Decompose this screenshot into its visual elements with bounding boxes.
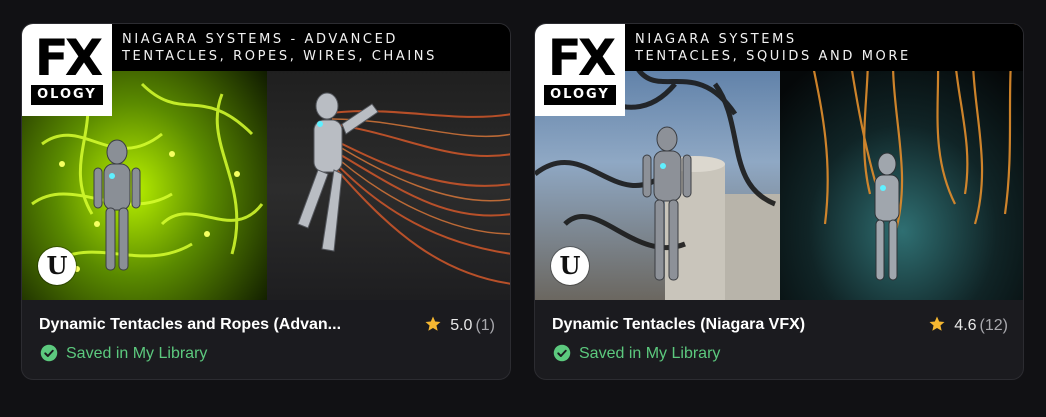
- banner-line-2: TENTACLES, SQUIDS AND MORE: [635, 49, 911, 64]
- unreal-engine-icon: U: [38, 247, 76, 285]
- banner-line-1: NIAGARA SYSTEMS: [635, 32, 797, 47]
- saved-status: Saved in My Library: [40, 344, 207, 363]
- star-icon: [929, 316, 945, 331]
- product-rating: 5.0 (1): [424, 315, 495, 335]
- card-info: Dynamic Tentacles and Ropes (Advan... 5.…: [22, 300, 510, 379]
- rating-count: (1): [475, 317, 495, 334]
- saved-label: Saved in My Library: [66, 345, 208, 362]
- unreal-engine-icon: U: [551, 247, 589, 285]
- logo-fx-text: FX: [547, 29, 617, 87]
- product-title[interactable]: Dynamic Tentacles and Ropes (Advan...: [39, 316, 341, 334]
- logo-ology-text: OLOGY: [31, 85, 103, 105]
- logo-ology-text: OLOGY: [544, 85, 616, 105]
- card-info: Dynamic Tentacles (Niagara VFX) 4.6 (12) …: [535, 300, 1023, 379]
- check-circle-icon: [40, 344, 58, 362]
- banner-line-1: NIAGARA SYSTEMS - ADVANCED: [122, 32, 398, 47]
- fxology-logo: FX OLOGY: [535, 24, 625, 116]
- saved-label: Saved in My Library: [579, 345, 721, 362]
- product-thumbnail[interactable]: NIAGARA SYSTEMS - ADVANCED TENTACLES, RO…: [22, 24, 510, 300]
- check-circle-icon: [553, 344, 571, 362]
- product-thumbnail[interactable]: NIAGARA SYSTEMS TENTACLES, SQUIDS AND MO…: [535, 24, 1023, 300]
- star-icon: [425, 316, 441, 331]
- saved-status: Saved in My Library: [553, 344, 720, 363]
- product-card[interactable]: NIAGARA SYSTEMS TENTACLES, SQUIDS AND MO…: [534, 23, 1024, 380]
- banner-line-2: TENTACLES, ROPES, WIRES, CHAINS: [122, 49, 437, 64]
- fxology-logo: FX OLOGY: [22, 24, 112, 116]
- product-card[interactable]: NIAGARA SYSTEMS - ADVANCED TENTACLES, RO…: [21, 23, 511, 380]
- rating-value: 5.0: [450, 317, 473, 334]
- product-title[interactable]: Dynamic Tentacles (Niagara VFX): [552, 316, 805, 334]
- product-rating: 4.6 (12): [928, 315, 1008, 335]
- logo-fx-text: FX: [34, 29, 104, 87]
- rating-value: 4.6: [954, 317, 977, 334]
- rating-count: (12): [979, 317, 1008, 334]
